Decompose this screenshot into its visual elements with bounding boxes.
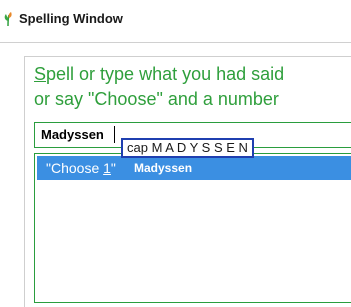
instructions-line-2: or say "Choose" and a number (34, 89, 279, 109)
choose-suffix: " (110, 160, 116, 176)
instructions-text: Spell or type what you had said or say "… (34, 62, 351, 112)
choose-label: "Choose 1" (46, 160, 116, 176)
leaf-icon (4, 12, 12, 27)
instructions-line-1: Spell or type what you had said (34, 62, 351, 87)
access-key-letter: S (34, 64, 47, 84)
choose-number: 1 (103, 160, 111, 176)
choose-prefix: "Choose (46, 160, 104, 176)
spelling-input-value: Madyssen (41, 127, 104, 142)
text-caret (114, 126, 115, 143)
choice-value: Madyssen (134, 161, 193, 175)
window-title: Spelling Window (19, 11, 123, 26)
instructions-line-1-rest: pell or type what you had said (46, 64, 285, 84)
spelling-tooltip: cap M A D Y S S E N (121, 138, 254, 158)
choice-list[interactable]: "Choose 1" Madyssen (34, 153, 351, 303)
list-item[interactable]: "Choose 1" Madyssen (37, 156, 351, 180)
title-bar: Spelling Window (0, 0, 351, 42)
